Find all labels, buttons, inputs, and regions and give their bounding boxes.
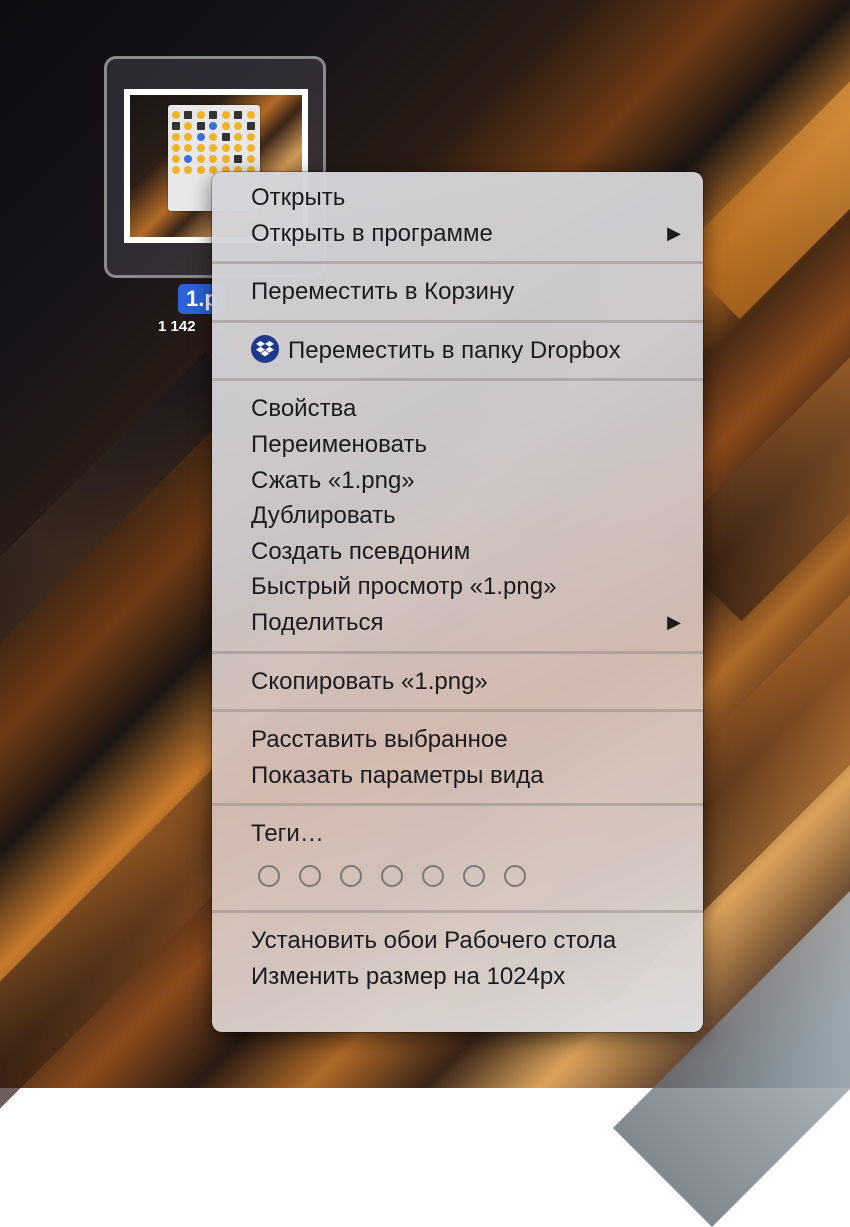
menu-item-label: Переименовать xyxy=(251,430,427,458)
menu-item-label: Открыть xyxy=(251,184,346,211)
menu-item-1-0[interactable]: Переместить в Корзину xyxy=(212,274,703,310)
menu-item-3-5[interactable]: Быстрый просмотр «1.png» xyxy=(212,569,703,605)
menu-item-6-0[interactable]: Теги… xyxy=(212,816,703,852)
tag-color-5[interactable] xyxy=(463,864,485,887)
menu-item-7-0[interactable]: Установить обои Рабочего стола xyxy=(212,923,703,959)
menu-item-4-0[interactable]: Скопировать «1.png» xyxy=(212,664,703,700)
tag-color-6[interactable] xyxy=(504,864,526,887)
menu-item-label: Теги… xyxy=(251,820,324,848)
menu-item-label: Создать псевдоним xyxy=(251,537,471,565)
menu-item-label: Переместить в Корзину xyxy=(251,278,515,306)
wallpaper-stripe xyxy=(0,352,248,748)
menu-item-label: Сжать «1.png» xyxy=(251,466,415,494)
menu-item-0-0[interactable]: Открыть xyxy=(212,180,703,216)
tag-color-1[interactable] xyxy=(299,864,321,887)
menu-item-2-0[interactable]: Переместить в папку Dropbox xyxy=(212,333,703,369)
menu-item-5-1[interactable]: Показать параметры вида xyxy=(212,758,703,794)
menu-item-label: Поделиться xyxy=(251,608,384,636)
menu-item-label: Дублировать xyxy=(251,502,396,530)
menu-separator xyxy=(212,378,703,382)
menu-item-label: Изменить размер на 1024px xyxy=(251,962,566,990)
submenu-arrow-icon: ▶ xyxy=(667,222,681,243)
context-menu: Открыть Открыть в программе ▶ Переместить в… xyxy=(212,172,703,1032)
menu-item-3-2[interactable]: Сжать «1.png» xyxy=(212,463,703,499)
menu-separator xyxy=(212,803,703,807)
menu-item-label: Скопировать «1.png» xyxy=(251,667,488,695)
menu-item-label: Открыть в программе xyxy=(251,219,493,247)
menu-item-label: Переместить в папку Dropbox xyxy=(288,336,621,364)
menu-item-3-4[interactable]: Создать псевдоним xyxy=(212,534,703,570)
menu-item-label: Показать параметры вида xyxy=(251,761,544,789)
tag-colors-row xyxy=(212,852,703,900)
dropbox-icon xyxy=(251,335,279,364)
menu-item-label: Расставить выбранное xyxy=(251,726,508,754)
tag-color-0[interactable] xyxy=(258,864,280,887)
menu-separator xyxy=(212,909,703,913)
menu-item-3-1[interactable]: Переименовать xyxy=(212,427,703,463)
tag-color-2[interactable] xyxy=(340,864,362,887)
submenu-arrow-icon: ▶ xyxy=(667,611,681,632)
menu-item-0-1[interactable]: Открыть в программе ▶ xyxy=(212,216,703,252)
file-size-label: 1 142 xyxy=(158,318,196,335)
menu-separator xyxy=(212,319,703,323)
menu-item-label: Установить обои Рабочего стола xyxy=(251,926,617,954)
menu-separator xyxy=(212,650,703,654)
menu-item-5-0[interactable]: Расставить выбранное xyxy=(212,722,703,758)
menu-separator xyxy=(212,709,703,713)
menu-item-label: Быстрый просмотр «1.png» xyxy=(251,573,557,601)
tag-color-3[interactable] xyxy=(381,864,403,887)
menu-item-3-0[interactable]: Свойства xyxy=(212,391,703,427)
menu-item-3-3[interactable]: Дублировать xyxy=(212,498,703,534)
menu-item-7-1[interactable]: Изменить размер на 1024px xyxy=(212,959,703,995)
menu-item-3-6[interactable]: Поделиться ▶ xyxy=(212,605,703,641)
menu-item-label: Свойства xyxy=(251,395,357,423)
tag-color-4[interactable] xyxy=(422,864,444,887)
menu-separator xyxy=(212,261,703,265)
